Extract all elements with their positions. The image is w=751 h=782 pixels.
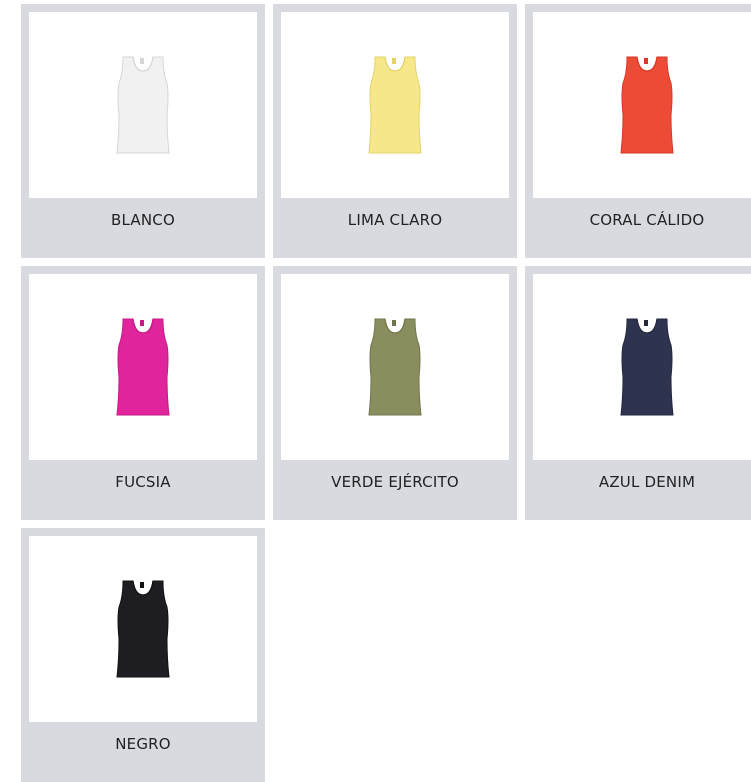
swatch-label: LIMA CLARO bbox=[347, 211, 443, 229]
tank-top-image bbox=[116, 318, 170, 416]
swatch-label: BLANCO bbox=[111, 211, 175, 229]
swatch-verde-ejercito[interactable]: VERDE EJÉRCITO bbox=[273, 266, 517, 520]
swatch-coral-calido[interactable]: CORAL CÁLIDO bbox=[525, 4, 751, 258]
swatch-negro[interactable]: NEGRO bbox=[21, 528, 265, 782]
product-image[interactable] bbox=[533, 274, 751, 460]
product-image[interactable] bbox=[281, 274, 509, 460]
tank-top-image bbox=[620, 56, 674, 154]
swatch-blanco[interactable]: BLANCO bbox=[21, 4, 265, 258]
tank-top-image bbox=[116, 56, 170, 154]
swatch-label: VERDE EJÉRCITO bbox=[331, 473, 459, 491]
product-image[interactable] bbox=[533, 12, 751, 198]
color-swatch-grid: BLANCO LIMA CLARO CORAL CÁLIDO FUCSIA VE… bbox=[0, 0, 751, 782]
product-image[interactable] bbox=[281, 12, 509, 198]
swatch-label: FUCSIA bbox=[115, 473, 171, 491]
swatch-label: AZUL DENIM bbox=[598, 473, 696, 491]
product-image[interactable] bbox=[29, 274, 257, 460]
tank-top-image bbox=[368, 318, 422, 416]
swatch-lima-claro[interactable]: LIMA CLARO bbox=[273, 4, 517, 258]
tank-top-image bbox=[116, 580, 170, 678]
product-image[interactable] bbox=[29, 536, 257, 722]
product-image[interactable] bbox=[29, 12, 257, 198]
tank-top-image bbox=[620, 318, 674, 416]
swatch-label: NEGRO bbox=[115, 735, 171, 753]
swatch-label: CORAL CÁLIDO bbox=[589, 211, 705, 229]
tank-top-image bbox=[368, 56, 422, 154]
swatch-fucsia[interactable]: FUCSIA bbox=[21, 266, 265, 520]
swatch-azul-denim[interactable]: AZUL DENIM bbox=[525, 266, 751, 520]
